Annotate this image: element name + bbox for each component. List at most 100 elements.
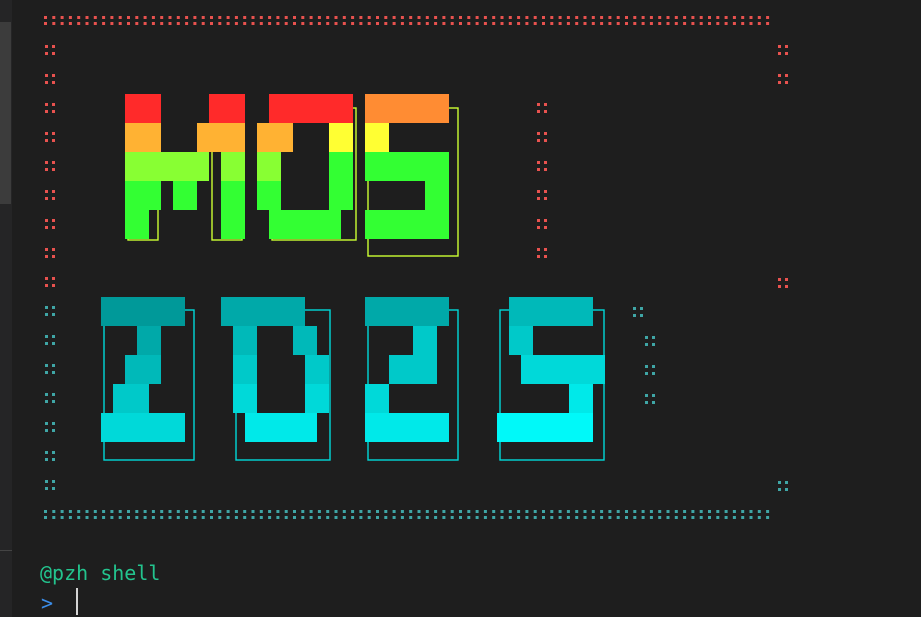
banner-block	[221, 152, 245, 181]
frame-marker	[778, 481, 781, 484]
frame-dot	[459, 510, 462, 513]
frame-marker	[52, 451, 55, 454]
frame-marker	[52, 429, 55, 432]
banner-block	[305, 384, 329, 413]
frame-dot	[317, 22, 321, 25]
frame-marker	[52, 422, 55, 425]
frame-dot	[243, 16, 247, 19]
frame-dot	[93, 16, 97, 19]
frame-marker	[645, 401, 648, 404]
frame-dot	[525, 16, 529, 19]
frame-dot	[44, 516, 47, 519]
frame-dot	[625, 510, 628, 513]
frame-dot	[724, 510, 728, 513]
frame-dot	[168, 510, 172, 513]
frame-dot	[600, 16, 604, 19]
frame-dot	[400, 510, 404, 513]
frame-dot	[616, 510, 620, 513]
frame-dot	[724, 16, 728, 19]
banner-block	[329, 123, 353, 152]
frame-dot	[749, 16, 753, 19]
frame-dot	[658, 516, 662, 519]
frame-dot	[102, 510, 106, 513]
frame-marker	[785, 52, 788, 55]
frame-dot	[376, 510, 379, 513]
frame-dot	[591, 516, 595, 519]
frame-marker	[45, 255, 48, 258]
frame-dot	[517, 16, 521, 19]
frame-marker	[778, 52, 781, 55]
frame-dot	[243, 22, 247, 25]
frame-dot	[52, 510, 56, 513]
frame-dot	[301, 510, 305, 513]
frame-marker	[544, 197, 547, 200]
frame-dot	[400, 516, 404, 519]
frame-dot	[575, 16, 579, 19]
frame-dot	[234, 22, 238, 25]
frame-dot	[434, 516, 438, 519]
frame-marker	[45, 277, 48, 280]
frame-dot	[533, 16, 537, 19]
input-cursor[interactable]	[76, 588, 78, 615]
frame-dot	[757, 16, 761, 19]
frame-marker	[52, 335, 55, 338]
frame-dot	[193, 516, 197, 519]
frame-marker	[52, 306, 55, 309]
frame-dot	[434, 510, 438, 513]
frame-dot	[93, 516, 97, 519]
frame-dot	[284, 22, 288, 25]
frame-dot	[185, 16, 189, 19]
frame-dot	[508, 516, 512, 519]
frame-dot	[434, 16, 438, 19]
frame-dot	[550, 22, 554, 25]
frame-dot	[716, 516, 720, 519]
frame-dot	[293, 516, 296, 519]
frame-dot	[326, 16, 330, 19]
frame-dot	[483, 22, 487, 25]
frame-dot	[616, 16, 620, 19]
terminal-panel[interactable]: @pzh shell >	[0, 0, 921, 617]
frame-marker	[52, 168, 55, 171]
banner-block	[509, 326, 533, 355]
frame-marker	[52, 342, 55, 345]
frame-dot	[508, 16, 512, 19]
frame-marker	[52, 313, 55, 316]
frame-dot	[218, 510, 222, 513]
frame-dot	[508, 510, 512, 513]
frame-dot	[226, 510, 230, 513]
frame-dot	[143, 22, 147, 25]
frame-dot	[575, 510, 579, 513]
frame-dot	[218, 516, 222, 519]
frame-dot	[450, 510, 454, 513]
frame-dot	[301, 516, 305, 519]
frame-dot	[309, 22, 313, 25]
frame-dot	[575, 516, 579, 519]
frame-marker	[645, 372, 648, 375]
frame-dot	[434, 22, 438, 25]
frame-dot	[542, 510, 545, 513]
frame-dot	[102, 16, 106, 19]
frame-dot	[467, 510, 471, 513]
frame-dot	[558, 510, 562, 513]
frame-dot	[757, 510, 761, 513]
frame-marker	[785, 481, 788, 484]
frame-marker	[52, 197, 55, 200]
frame-dot	[102, 516, 106, 519]
frame-dot	[566, 510, 570, 513]
frame-marker	[45, 197, 48, 200]
frame-dot	[566, 516, 570, 519]
banner-block	[365, 413, 449, 442]
frame-dot	[500, 16, 504, 19]
frame-dot	[268, 22, 272, 25]
frame-marker	[45, 226, 48, 229]
banner-block	[125, 181, 161, 210]
frame-marker	[645, 336, 648, 339]
frame-marker	[52, 110, 55, 113]
frame-marker	[52, 277, 55, 280]
frame-dot	[417, 510, 421, 513]
frame-marker	[52, 219, 55, 222]
frame-marker	[785, 45, 788, 48]
frame-dot	[226, 516, 230, 519]
frame-dot	[483, 16, 487, 19]
banner-block	[365, 123, 389, 152]
